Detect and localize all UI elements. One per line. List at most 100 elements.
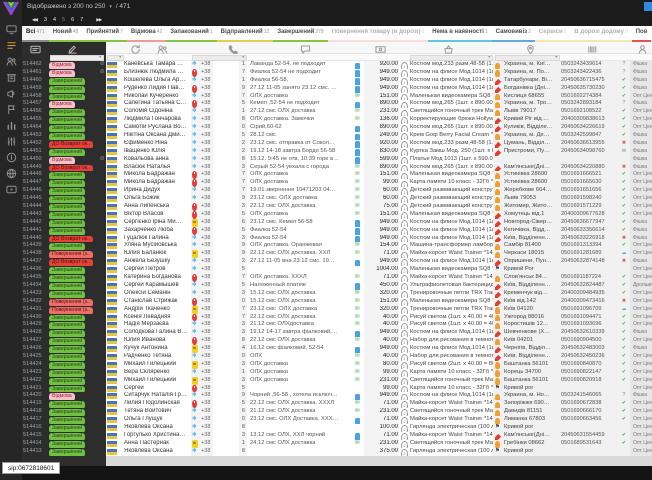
customer-name[interactable]: Катерина Богданова [124,274,189,282]
customer-name[interactable]: Горгулько Христина… [124,432,189,440]
tracking-number[interactable]: 20450634226619 [561,124,619,132]
phone-cell[interactable]: lc+383 [191,361,247,369]
order-id[interactable]: 514428 [23,329,48,337]
order-id[interactable]: 514418 [23,408,48,416]
phone-cell[interactable]: lc+387 [191,306,247,314]
tracking-number[interactable]: 20450634098760 [561,148,619,156]
customer-name[interactable]: Ксенія Левадняя [124,314,189,322]
order-id[interactable]: 514436 [23,266,48,274]
phone-cell[interactable]: +389 [191,85,247,93]
table-row[interactable]: 514428ЗавершенийСолодкова Галина В…✻+383… [22,329,652,337]
table-row[interactable]: 514436ЗавершенийСергей Петров✻+3851004.0… [22,266,652,274]
page-button-4[interactable]: 4 [53,17,56,23]
customer-name[interactable]: Станіслав Стрижак [124,298,189,306]
phone-cell[interactable]: ✻+383 [191,432,247,440]
customer-name[interactable]: Яковлева Оксана [124,424,189,432]
sidebar-building-icon[interactable] [6,72,17,83]
column-header-customers-icon[interactable] [157,42,168,53]
tracking-number[interactable]: 20400309838613 [561,116,619,124]
column-header-manager-icon[interactable] [637,42,648,53]
customer-name[interactable]: Каневська Тамара … [124,61,189,69]
phone-cell[interactable]: +387 [191,314,247,322]
customer-name[interactable]: Михаил Гилецький [124,361,189,369]
table-row[interactable]: 514452ДО Возврат ок..Єфименко Ніна✻+3822… [22,140,652,148]
phone-cell[interactable]: +388 [191,337,247,345]
tracking-number[interactable]: 0501691187224 [561,274,619,282]
table-row[interactable]: 514413ЗавершенийЯковлева Оксана✻+388375.… [22,448,652,456]
table-row[interactable]: 514450Відмова⊘Ковальова анна✻+38815.12. … [22,156,652,164]
tab-в-дорозі-додому[interactable]: В дорозі додому0 [570,26,631,42]
order-id[interactable]: 514459 [23,85,48,93]
table-row[interactable]: 514420ВідмоваСитарчук Наталія Гр…✻+389Чо… [22,392,652,400]
order-id[interactable]: 514442 [23,219,48,227]
order-id[interactable]: 514440 [23,235,48,243]
tab-нема-в-наявності[interactable]: Нема в наявності1 [428,26,491,42]
sidebar-chart-icon[interactable] [6,120,17,131]
sidebar-people-icon[interactable] [6,56,17,67]
tracking-number[interactable]: 0503243439614 [561,61,619,69]
column-header-phone-icon[interactable] [227,42,238,53]
tab-прийнятий[interactable]: Прийнятий7 [82,26,127,42]
order-id[interactable]: 514461 [23,69,48,77]
tracking-number[interactable]: 0501690663456 [561,416,619,424]
order-id[interactable]: 514446 [23,187,48,195]
sidebar-info-icon[interactable] [6,152,17,163]
order-id[interactable]: 514422 [23,377,48,385]
tab-запакований[interactable]: Запакований1 [166,26,216,42]
order-id[interactable]: 514431 [23,306,48,314]
customer-name[interactable]: Ольга Божик [124,195,189,203]
tab-всі[interactable]: Всі471 [22,26,49,42]
phone-cell[interactable]: ✻+383 [191,235,247,243]
order-id[interactable]: 514452 [23,140,48,148]
table-row[interactable]: 514426ЗавершенийКучук Антонинаlc+38416.1… [22,345,652,353]
customer-name[interactable]: Микола Бадражан [124,171,189,179]
phone-cell[interactable]: ✻+386 [191,408,247,416]
phone-cell[interactable]: ✻+387 [191,93,247,101]
customer-name[interactable]: Анжела Безушку [124,258,189,266]
table-row[interactable]: 514461Відмова⊘Близнюк Людмила …+387Фиалк… [22,69,652,77]
customer-name[interactable]: Віктор Власов [124,211,189,219]
table-row[interactable]: 514446ЗавершенийИрина Дидух✻+38719.01 зв… [22,187,652,195]
phone-cell[interactable]: +380 [191,298,247,306]
tracking-number[interactable]: 0501692274384 [561,93,619,101]
order-id[interactable]: 514455 [23,116,48,124]
table-row[interactable]: 514448ЗавершенийМикола Бадражан+387ОЛХ д… [22,171,652,179]
table-row[interactable]: 514455ЗавершенийЛюдмила Гончарова✻+388ОЛ… [22,116,652,124]
customer-name[interactable]: Ирина Дидух [124,187,189,195]
table-row[interactable]: 514443ЗавершенийВіктор Власов+385ОЛХ дос… [22,211,652,219]
phone-cell[interactable]: lc+386 [191,219,247,227]
tracking-number[interactable]: 20450633356614 [561,227,619,235]
tab-самовивіз[interactable]: Самовивіз2 [492,26,535,42]
table-row[interactable]: 514419ЗавершенийЛилия Подолинская+38522.… [22,400,652,408]
customer-name[interactable]: Солодкова Галина В… [124,329,189,337]
customer-name[interactable]: Радченко Тетяна [124,353,189,361]
tracking-number[interactable] [561,385,619,393]
order-id[interactable]: 514441 [23,227,48,235]
page-button-7[interactable]: 7 [80,17,83,23]
order-id[interactable]: 514417 [23,416,48,424]
tracking-number[interactable] [561,448,619,456]
table-row[interactable]: 514451ЗавершенийІващенко Юлія✻+38219.12 … [22,148,652,156]
tab-пов[interactable]: Пов [632,26,652,42]
table-row[interactable]: 514449ДО Возврат ок..Власюк Наталья✻+383… [22,164,652,172]
phone-cell[interactable]: ✻+385 [191,132,247,140]
table-row[interactable]: 514462Відмова⊘Каневська Тамара …✻+381Лав… [22,61,652,69]
tracking-number[interactable] [561,266,619,274]
customer-name[interactable]: Соломія Сідоніна [124,108,189,116]
tracking-number[interactable]: 20400309473416 [561,298,619,306]
order-id[interactable]: 514426 [23,345,48,353]
table-row[interactable]: 514427ЗавершенийЮлия Иванова+38822.12 см… [22,337,652,345]
table-row[interactable]: 514414ЗавершенийАнна Пастернакlc+38124.1… [22,440,652,448]
customer-name[interactable]: Микола Бадражан [124,179,189,187]
chevron-down-icon[interactable]: ▼ [108,0,112,13]
tracking-number[interactable]: 20450632610339 [561,329,619,337]
table-row[interactable]: 514422ЗавершенийМихаил Гилецькийlc+383ОЛ… [22,377,652,385]
tracking-number[interactable]: 20450636677947 [561,219,619,227]
tracking-number[interactable]: 20450636715475 [561,77,619,85]
tracking-number[interactable]: 0501691096709 [561,306,619,314]
phone-cell[interactable]: +385 [191,211,247,219]
order-id[interactable]: 514424 [23,361,48,369]
column-header-cart-icon[interactable] [443,42,454,53]
table-row[interactable]: 514431Повернення (з..Андрій Ткаченкоlc+3… [22,306,652,314]
customer-name[interactable]: Уляна Мусійовська [124,242,189,250]
